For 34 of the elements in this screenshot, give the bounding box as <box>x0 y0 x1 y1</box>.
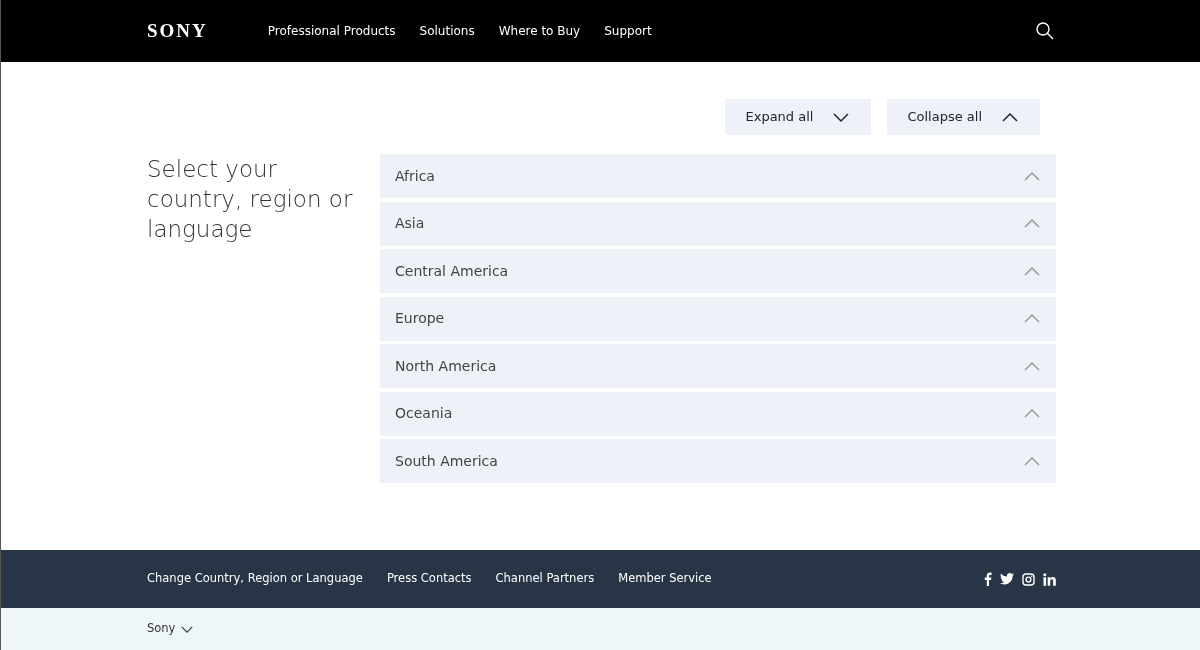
nav-link[interactable]: Professional Products <box>267 22 396 40</box>
page-heading: Select your country, region or language <box>147 155 354 244</box>
footer-link[interactable]: Change Country, Region or Language <box>147 570 363 588</box>
nav-link[interactable]: Support <box>604 22 652 40</box>
bird-icon[interactable] <box>1000 573 1014 585</box>
search-icon[interactable] <box>1036 22 1054 40</box>
expand-all-button[interactable]: Expand all <box>725 99 872 135</box>
chevron-up-icon <box>1000 111 1020 123</box>
brand-dropdown[interactable]: Sony <box>147 620 194 638</box>
brand-logo[interactable]: SONY <box>147 16 208 46</box>
footer-link[interactable]: Press Contacts <box>386 570 472 588</box>
region-accordion-item[interactable]: South America <box>380 439 1056 483</box>
region-accordion-item[interactable]: Europe <box>380 296 1056 341</box>
chevron-up-icon <box>1022 360 1042 372</box>
region-accordion-item[interactable]: Central America <box>380 249 1056 293</box>
collapse-all-button[interactable]: Collapse all <box>887 99 1040 135</box>
instagram-icon[interactable] <box>1022 572 1035 586</box>
chevron-up-icon <box>1022 170 1042 182</box>
region-accordion-item[interactable]: Oceania <box>380 391 1056 436</box>
chevron-up-icon <box>1022 408 1042 419</box>
linkedin-icon[interactable] <box>1043 572 1056 586</box>
nav-link[interactable]: Where to Buy <box>498 22 581 40</box>
chevron-up-icon <box>1022 218 1042 229</box>
region-accordion-item[interactable]: Asia <box>380 201 1056 246</box>
footer-link[interactable]: Member Service <box>618 570 712 588</box>
chevron-up-icon <box>1022 313 1042 324</box>
chevron-up-icon <box>1022 265 1042 277</box>
region-accordion-item[interactable]: North America <box>380 344 1056 388</box>
region-accordion-item[interactable]: Africa <box>380 154 1056 198</box>
chevron-up-icon <box>1022 455 1042 467</box>
footer-link[interactable]: Channel Partners <box>495 570 595 588</box>
facebook-icon[interactable] <box>984 572 992 586</box>
chevron-down-icon <box>831 111 852 123</box>
nav-link[interactable]: Solutions <box>419 22 475 40</box>
